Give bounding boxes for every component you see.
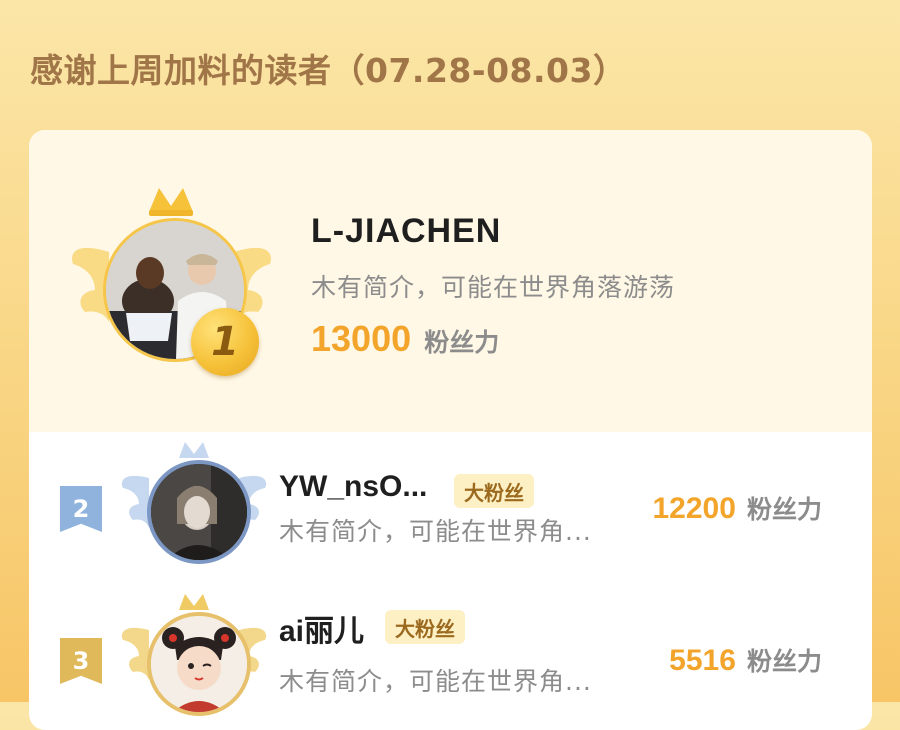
- reader-name: YW_nsO...: [279, 470, 428, 503]
- score-value: 12200: [652, 492, 736, 525]
- avatar[interactable]: [147, 612, 251, 716]
- top-reader-bio: 木有简介，可能在世界角落游荡: [311, 273, 676, 302]
- reader-bio: 木有简介，可能在世界角...: [279, 667, 592, 696]
- page-title: 感谢上周加料的读者（07.28-08.03）: [30, 51, 627, 90]
- avatar[interactable]: [147, 460, 251, 564]
- reader-bio: 木有简介，可能在世界角...: [279, 517, 592, 546]
- reader-score: 5516 粉丝力: [669, 642, 822, 678]
- rank-2-ribbon-icon: 2: [60, 486, 102, 532]
- score-unit: 粉丝力: [424, 328, 500, 357]
- crown-icon: [149, 188, 193, 212]
- reader-score: 12200 粉丝力: [652, 490, 822, 526]
- left-wing-icon: [121, 627, 149, 680]
- rank-1-medal-icon: 1: [191, 308, 259, 376]
- reader-name: ai丽儿: [279, 615, 365, 648]
- list-item-rank-2[interactable]: 2 YW_nsO... 大粉丝 木有简介，可能在世界角... 12200 粉丝力: [29, 432, 872, 582]
- list-item-rank-3[interactable]: 3 ai丽儿 大粉丝 木有简介，可能在世界角... 5516 粉丝力: [29, 582, 872, 730]
- score-unit: 粉丝力: [746, 647, 822, 676]
- score-value: 5516: [669, 644, 736, 677]
- top-reader-name: L-JIACHEN: [311, 212, 502, 250]
- leaderboard-panel: 1 L-JIACHEN 木有简介，可能在世界角落游荡 13000 粉丝力 2 Y…: [29, 130, 872, 730]
- score-unit: 粉丝力: [746, 495, 822, 524]
- left-wing-icon: [121, 475, 149, 528]
- fan-level-badge: 大粉丝: [454, 474, 534, 508]
- score-value: 13000: [311, 318, 412, 359]
- fan-level-badge: 大粉丝: [385, 610, 465, 644]
- top-reader-card[interactable]: 1 L-JIACHEN 木有简介，可能在世界角落游荡 13000 粉丝力: [29, 130, 872, 432]
- crown-icon: [179, 594, 209, 610]
- crown-icon: [179, 442, 209, 458]
- top-reader-score: 13000 粉丝力: [311, 318, 499, 360]
- rank-3-ribbon-icon: 3: [60, 638, 102, 684]
